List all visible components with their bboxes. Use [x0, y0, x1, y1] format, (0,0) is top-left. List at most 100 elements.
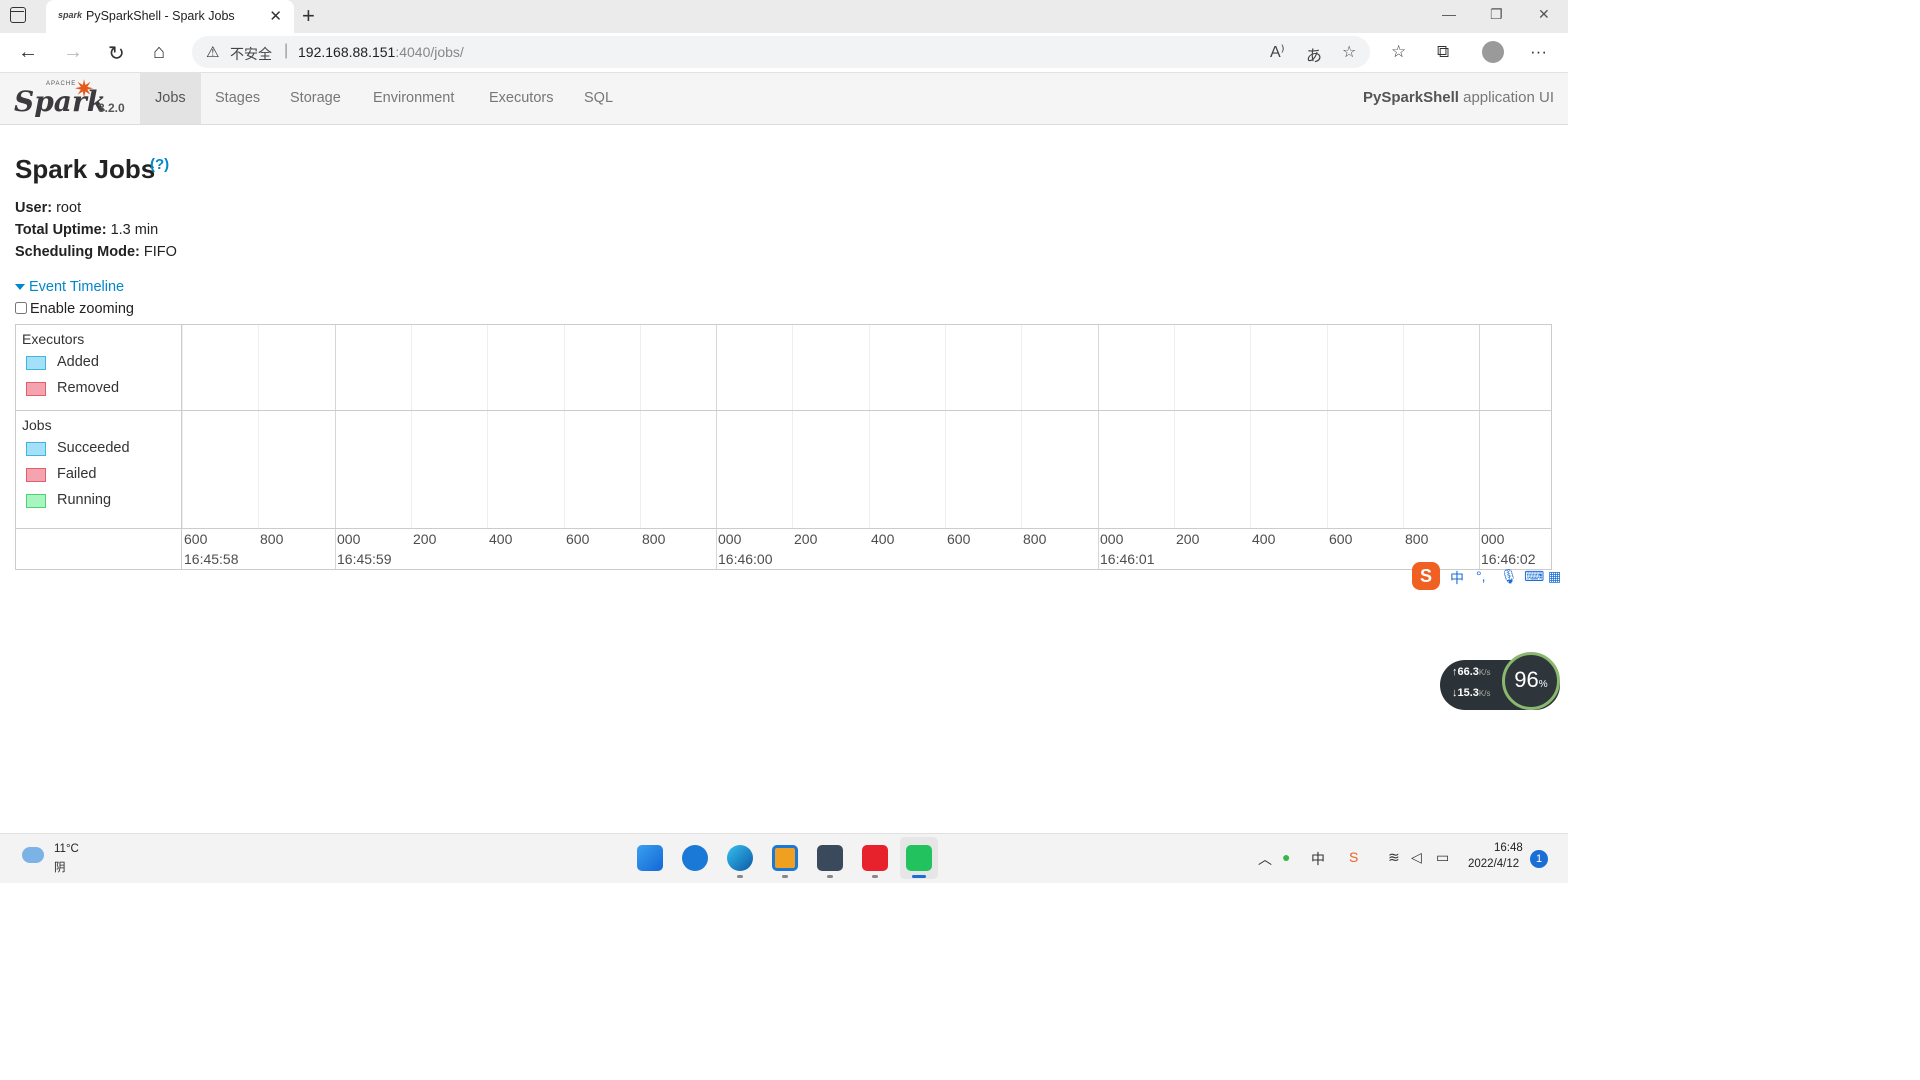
minor-gridline — [945, 325, 946, 528]
profile-avatar[interactable] — [1482, 41, 1504, 63]
spark-favicon-icon: spark — [58, 10, 83, 20]
legend-swatch — [26, 442, 46, 456]
clock-time[interactable]: 16:48 — [1494, 842, 1523, 854]
minor-tick-label: 400 — [489, 531, 513, 547]
forward-icon[interactable]: → — [63, 41, 83, 64]
back-icon[interactable]: ← — [18, 41, 38, 64]
nav-stages[interactable]: Stages — [200, 73, 275, 124]
wechat-icon[interactable] — [906, 845, 932, 871]
minor-gridline — [1021, 325, 1022, 528]
volume-icon[interactable]: ◁ — [1411, 849, 1422, 866]
event-timeline[interactable]: 600 800 000 200 400 600 800 000 200 400 600 800 000 2… — [15, 324, 1552, 570]
warning-icon[interactable]: ⚠ — [206, 43, 219, 61]
running-indicator — [737, 875, 743, 878]
cloud-icon[interactable] — [22, 847, 44, 863]
minor-tick-label: 000 — [1481, 531, 1505, 547]
favorites-icon[interactable]: ☆ — [1391, 42, 1406, 62]
battery-icon[interactable]: ▭ — [1436, 849, 1449, 866]
minor-gridline — [564, 325, 565, 528]
punctuation-icon[interactable]: °, — [1476, 568, 1486, 584]
nav-sql[interactable]: SQL — [569, 73, 628, 124]
help-link[interactable]: (?) — [150, 156, 169, 173]
input-method-icon[interactable]: 中 — [1311, 849, 1325, 869]
restore-icon[interactable]: ❐ — [1490, 6, 1503, 23]
weather-description[interactable]: 阴 — [54, 859, 66, 875]
legend-swatch — [26, 382, 46, 396]
minor-gridline — [792, 325, 793, 528]
group-label: Jobs — [22, 417, 52, 433]
uptime-info: Total Uptime: 1.3 min — [15, 222, 159, 238]
sogou-tray-icon[interactable]: S — [1349, 849, 1358, 865]
address-bar-row: ← → ↻ ⌂ ⚠ 不安全 | 192.168.88.151:4040/jobs… — [0, 33, 1568, 73]
major-tick-label: 16:46:00 — [718, 551, 773, 567]
group-divider — [16, 410, 1551, 411]
app-icon-1[interactable] — [682, 845, 708, 871]
more-menu-icon[interactable]: ··· — [1530, 42, 1547, 62]
nav-storage[interactable]: Storage — [275, 73, 356, 124]
address-bar[interactable]: ⚠ 不安全 | 192.168.88.151:4040/jobs/ A⁾ あ ☆ — [192, 36, 1370, 68]
remote-desktop-icon[interactable] — [817, 845, 843, 871]
tab-actions-icon[interactable] — [10, 7, 26, 23]
sogou-ime-icon[interactable]: S — [1412, 562, 1440, 590]
jobs-group: Jobs Succeeded Failed Running — [22, 417, 130, 508]
windows-taskbar: 11°C 阴 ︿ ● 中 S ≋ ◁ ▭ 16:48 2022/4/12 1 — [0, 833, 1568, 883]
ime-mode-toggle[interactable]: 中 — [1450, 568, 1464, 588]
minor-tick-label: 600 — [184, 531, 208, 547]
translate-icon[interactable]: あ — [1306, 42, 1322, 66]
enable-zooming[interactable]: Enable zooming — [15, 301, 134, 317]
start-icon[interactable] — [637, 845, 663, 871]
major-gridline — [716, 325, 717, 569]
nav-jobs[interactable]: Jobs — [140, 73, 201, 124]
app-name: PySparkShell application UI — [1363, 89, 1554, 106]
edge-icon[interactable] — [727, 845, 753, 871]
collections-icon[interactable]: ⧉ — [1437, 42, 1449, 62]
minor-tick-label: 600 — [947, 531, 971, 547]
not-secure-label[interactable]: 不安全 — [230, 44, 272, 64]
major-tick-label: 16:45:58 — [184, 551, 239, 567]
close-window-icon[interactable]: ✕ — [1538, 6, 1550, 23]
scheduling-mode-info: Scheduling Mode: FIFO — [15, 244, 177, 260]
minimize-icon[interactable]: — — [1442, 6, 1456, 22]
new-tab-button[interactable]: + — [302, 3, 315, 29]
show-hidden-icons[interactable]: ︿ — [1258, 849, 1272, 869]
ime-menu-icon[interactable]: ▦ — [1548, 568, 1561, 585]
notification-badge[interactable]: 1 — [1530, 850, 1548, 868]
collapse-triangle-icon — [15, 284, 25, 291]
nav-executors[interactable]: Executors — [474, 73, 568, 124]
minor-gridline — [869, 325, 870, 528]
legend-swatch — [26, 356, 46, 370]
add-favorite-icon[interactable]: ☆ — [1342, 42, 1356, 62]
tray-app-icon[interactable]: ● — [1282, 849, 1290, 865]
read-aloud-icon[interactable]: A⁾ — [1270, 42, 1285, 62]
nav-environment[interactable]: Environment — [358, 73, 469, 124]
major-tick-label: 16:46:01 — [1100, 551, 1155, 567]
minor-tick-label: 800 — [1405, 531, 1429, 547]
minor-tick-label: 200 — [1176, 531, 1200, 547]
keyboard-icon[interactable]: ⌨ — [1524, 568, 1544, 585]
spark-logo[interactable]: APACHE Spark ✷ 3.2.0 — [14, 76, 134, 119]
weather-temperature[interactable]: 11°C — [54, 843, 79, 855]
microphone-icon[interactable]: 🎙 — [1500, 568, 1518, 585]
browser-tab[interactable]: spark PySparkShell - Spark Jobs ✕ — [46, 0, 294, 33]
legend-swatch — [26, 468, 46, 482]
minor-tick-label: 600 — [566, 531, 590, 547]
clock-date[interactable]: 2022/4/12 — [1468, 858, 1519, 870]
app-icon-2[interactable] — [772, 845, 798, 871]
refresh-icon[interactable]: ↻ — [108, 41, 125, 66]
cpu-usage-gauge[interactable]: 96% — [1502, 652, 1560, 710]
major-tick-label: 16:45:59 — [337, 551, 392, 567]
ime-toolbar[interactable]: S 中 °, 🎙 ⌨ ▦ — [1408, 562, 1568, 592]
event-timeline-toggle[interactable]: Event Timeline — [15, 279, 124, 295]
close-tab-icon[interactable]: ✕ — [269, 7, 282, 25]
minor-gridline — [487, 325, 488, 528]
wps-icon[interactable] — [862, 845, 888, 871]
minor-gridline — [640, 325, 641, 528]
running-indicator — [782, 875, 788, 878]
home-icon[interactable]: ⌂ — [153, 41, 165, 64]
wifi-icon[interactable]: ≋ — [1388, 849, 1400, 866]
url-text[interactable]: 192.168.88.151:4040/jobs/ — [298, 44, 464, 60]
enable-zooming-checkbox[interactable] — [15, 302, 27, 314]
legend-swatch — [26, 494, 46, 508]
page-title: Spark Jobs — [15, 154, 156, 184]
minor-gridline — [182, 325, 183, 528]
